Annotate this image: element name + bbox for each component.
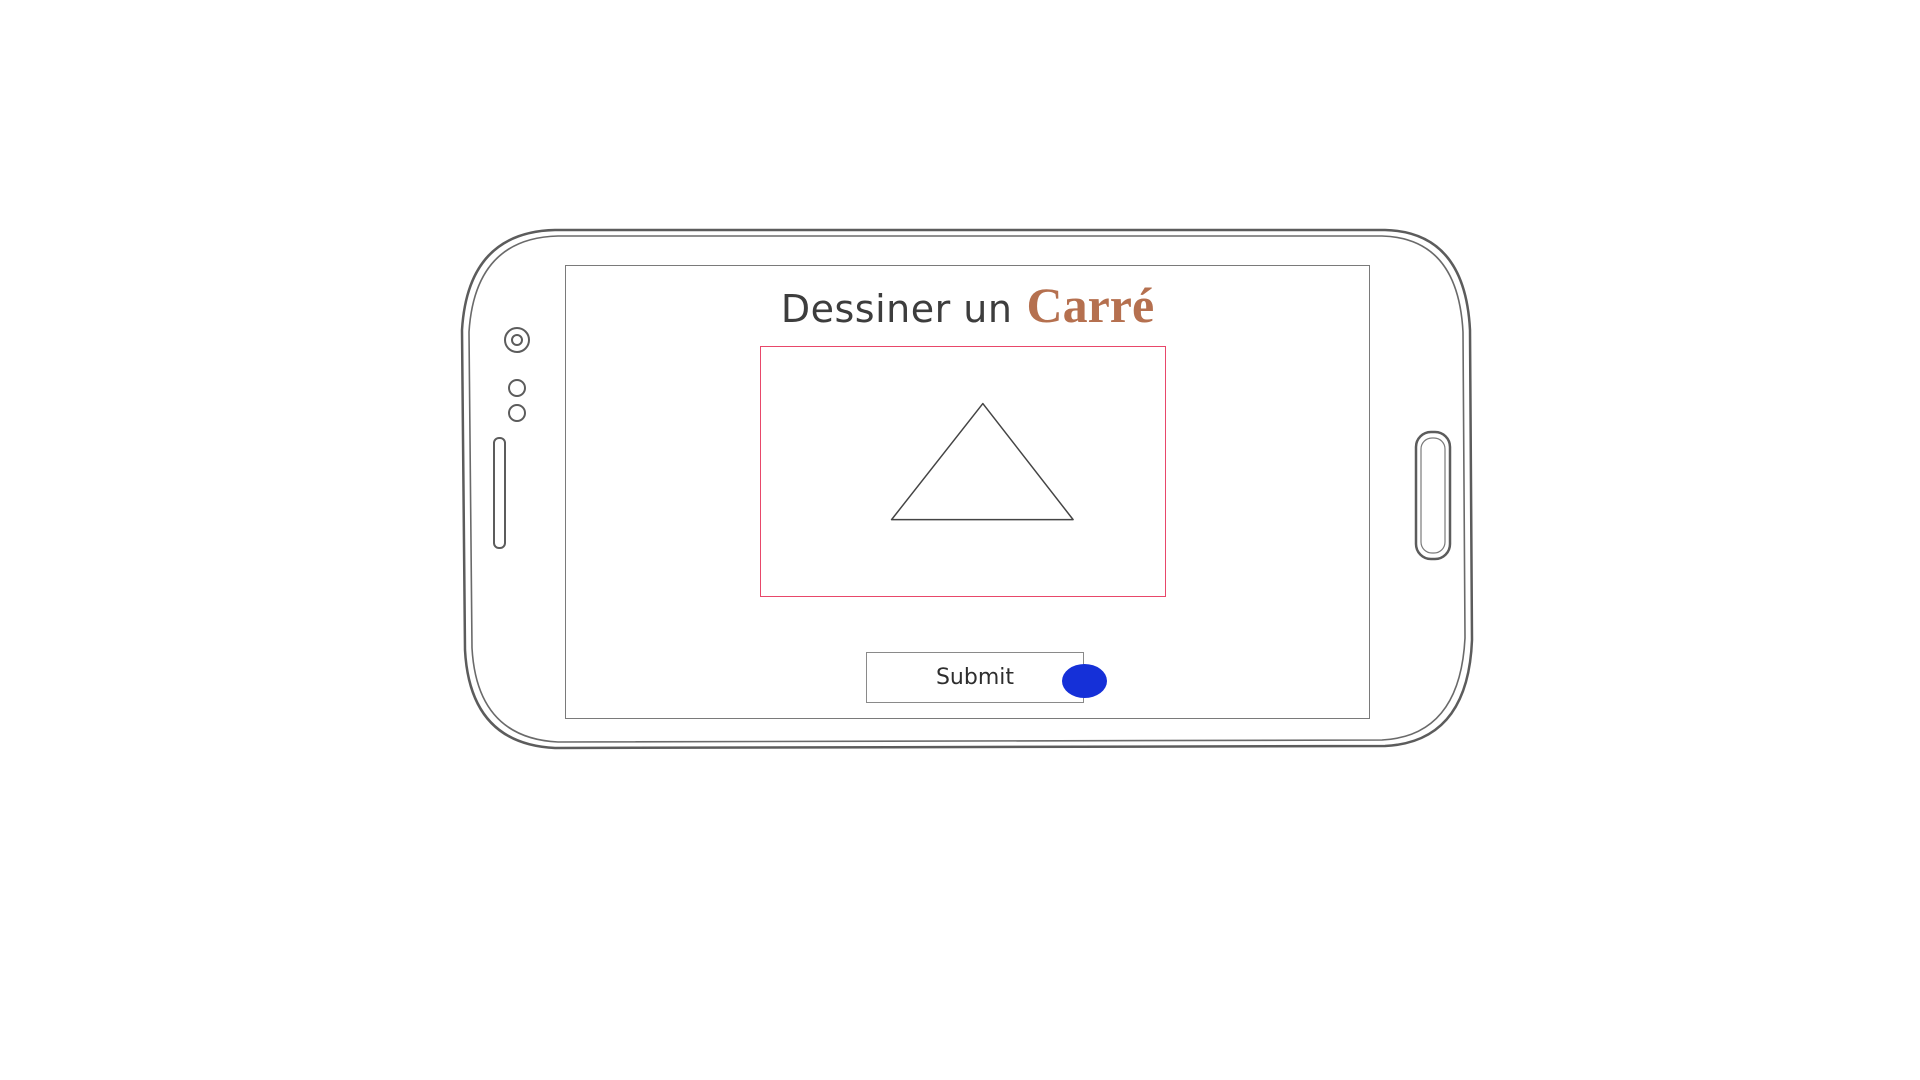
drawing-svg	[890, 402, 1074, 521]
title-prefix: Dessiner un	[780, 287, 1013, 331]
title-shape-word: Carré	[1026, 277, 1155, 333]
page-title: Dessiner un Carré	[566, 276, 1369, 334]
drawing-canvas[interactable]	[760, 346, 1166, 597]
submit-button[interactable]: Submit	[866, 652, 1084, 703]
drawn-triangle	[890, 402, 1074, 521]
touch-indicator	[1062, 664, 1107, 698]
phone-screen: Dessiner un Carré Submit	[565, 265, 1370, 719]
mockup-stage: Dessiner un Carré Submit	[0, 0, 1920, 1080]
